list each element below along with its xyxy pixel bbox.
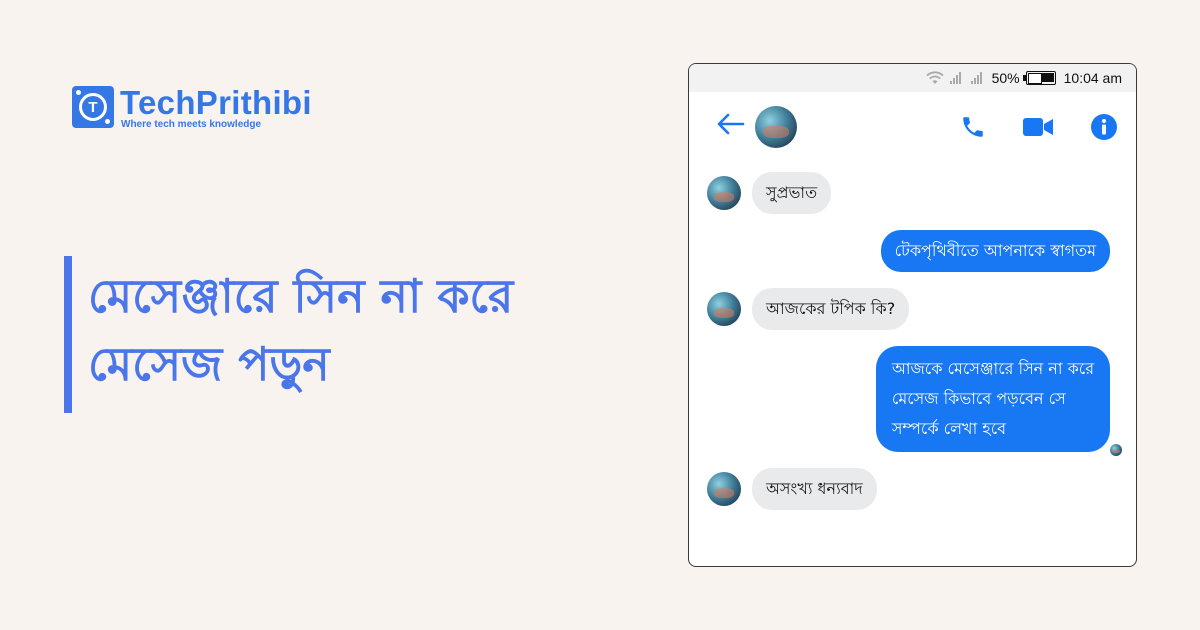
sender-avatar <box>707 292 741 326</box>
chat-header <box>689 92 1136 162</box>
status-time: 10:04 am <box>1063 70 1122 86</box>
battery-percent: 50% <box>991 70 1020 86</box>
message-row: সুপ্রভাত <box>707 172 832 214</box>
signal-icon <box>949 72 961 84</box>
headline-accent-bar <box>64 256 72 413</box>
message-row: টেকপৃথিবীতে আপনাকে স্বাগতম <box>880 230 1110 272</box>
message-row: আজকে মেসেঞ্জারে সিন না করে মেসেজ কিভাবে … <box>875 346 1110 452</box>
info-icon[interactable] <box>1090 113 1118 141</box>
message-bubble-outgoing[interactable]: আজকে মেসেঞ্জারে সিন না করে মেসেজ কিভাবে … <box>875 346 1110 452</box>
message-line: মেসেজ কিভাবে পড়বেন সে <box>891 389 1066 408</box>
message-row: অসংখ্য ধন্যবাদ <box>707 468 877 510</box>
page-title: মেসেঞ্জারে সিন না করে মেসেজ পড়ুন <box>88 262 608 398</box>
signal-icon <box>970 72 982 84</box>
contact-avatar[interactable] <box>755 106 797 148</box>
phone-mockup: 50% 10:04 am সুপ্রভাত টেকপৃথিবীতে আপনাকে… <box>688 63 1137 567</box>
phone-icon[interactable] <box>960 114 986 140</box>
message-line: আজকে মেসেঞ্জারে সিন না করে <box>891 359 1094 378</box>
message-bubble-incoming[interactable]: আজকের টপিক কি? <box>752 288 910 330</box>
brand-name: TechPrithibi <box>120 84 312 121</box>
message-line: সম্পর্কে লেখা হবে <box>891 419 1007 438</box>
brand-logo[interactable]: T TechPrithibi Where tech meets knowledg… <box>72 84 312 130</box>
video-camera-icon[interactable] <box>1022 116 1054 138</box>
battery-icon <box>1022 71 1056 85</box>
back-arrow-icon[interactable] <box>715 112 751 142</box>
logo-icon: T <box>72 86 114 128</box>
wifi-icon <box>925 71 944 85</box>
message-bubble-incoming[interactable]: অসংখ্য ধন্যবাদ <box>752 468 877 510</box>
message-bubble-outgoing[interactable]: টেকপৃথিবীতে আপনাকে স্বাগতম <box>880 230 1110 272</box>
message-row: আজকের টপিক কি? <box>707 288 910 330</box>
logo-letter: T <box>88 98 98 116</box>
sender-avatar <box>707 176 741 210</box>
message-bubble-incoming[interactable]: সুপ্রভাত <box>752 172 832 214</box>
sender-avatar <box>707 472 741 506</box>
status-bar: 50% 10:04 am <box>689 64 1136 92</box>
title-line-2: মেসেজ পড়ুন <box>88 337 330 391</box>
message-thread: সুপ্রভাত টেকপৃথিবীতে আপনাকে স্বাগতম আজকে… <box>689 162 1136 566</box>
seen-avatar <box>1110 444 1122 456</box>
title-line-1: মেসেঞ্জারে সিন না করে <box>88 269 514 323</box>
